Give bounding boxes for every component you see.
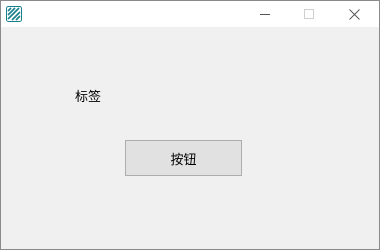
close-button[interactable] bbox=[332, 1, 376, 27]
app-logo-icon-graphic bbox=[6, 6, 22, 22]
title-bar[interactable] bbox=[1, 1, 379, 27]
minimize-icon bbox=[260, 14, 270, 15]
client-area: 标签 按钮 bbox=[1, 27, 379, 249]
close-icon bbox=[348, 8, 360, 20]
minimize-button[interactable] bbox=[243, 1, 287, 27]
app-logo-icon[interactable] bbox=[6, 6, 22, 22]
maximize-icon bbox=[304, 9, 314, 19]
static-label: 标签 bbox=[75, 90, 102, 105]
push-button[interactable]: 按钮 bbox=[125, 140, 242, 176]
maximize-button[interactable] bbox=[287, 1, 331, 27]
app-window: 标签 按钮 bbox=[0, 0, 380, 250]
push-button-label: 按钮 bbox=[170, 152, 197, 168]
